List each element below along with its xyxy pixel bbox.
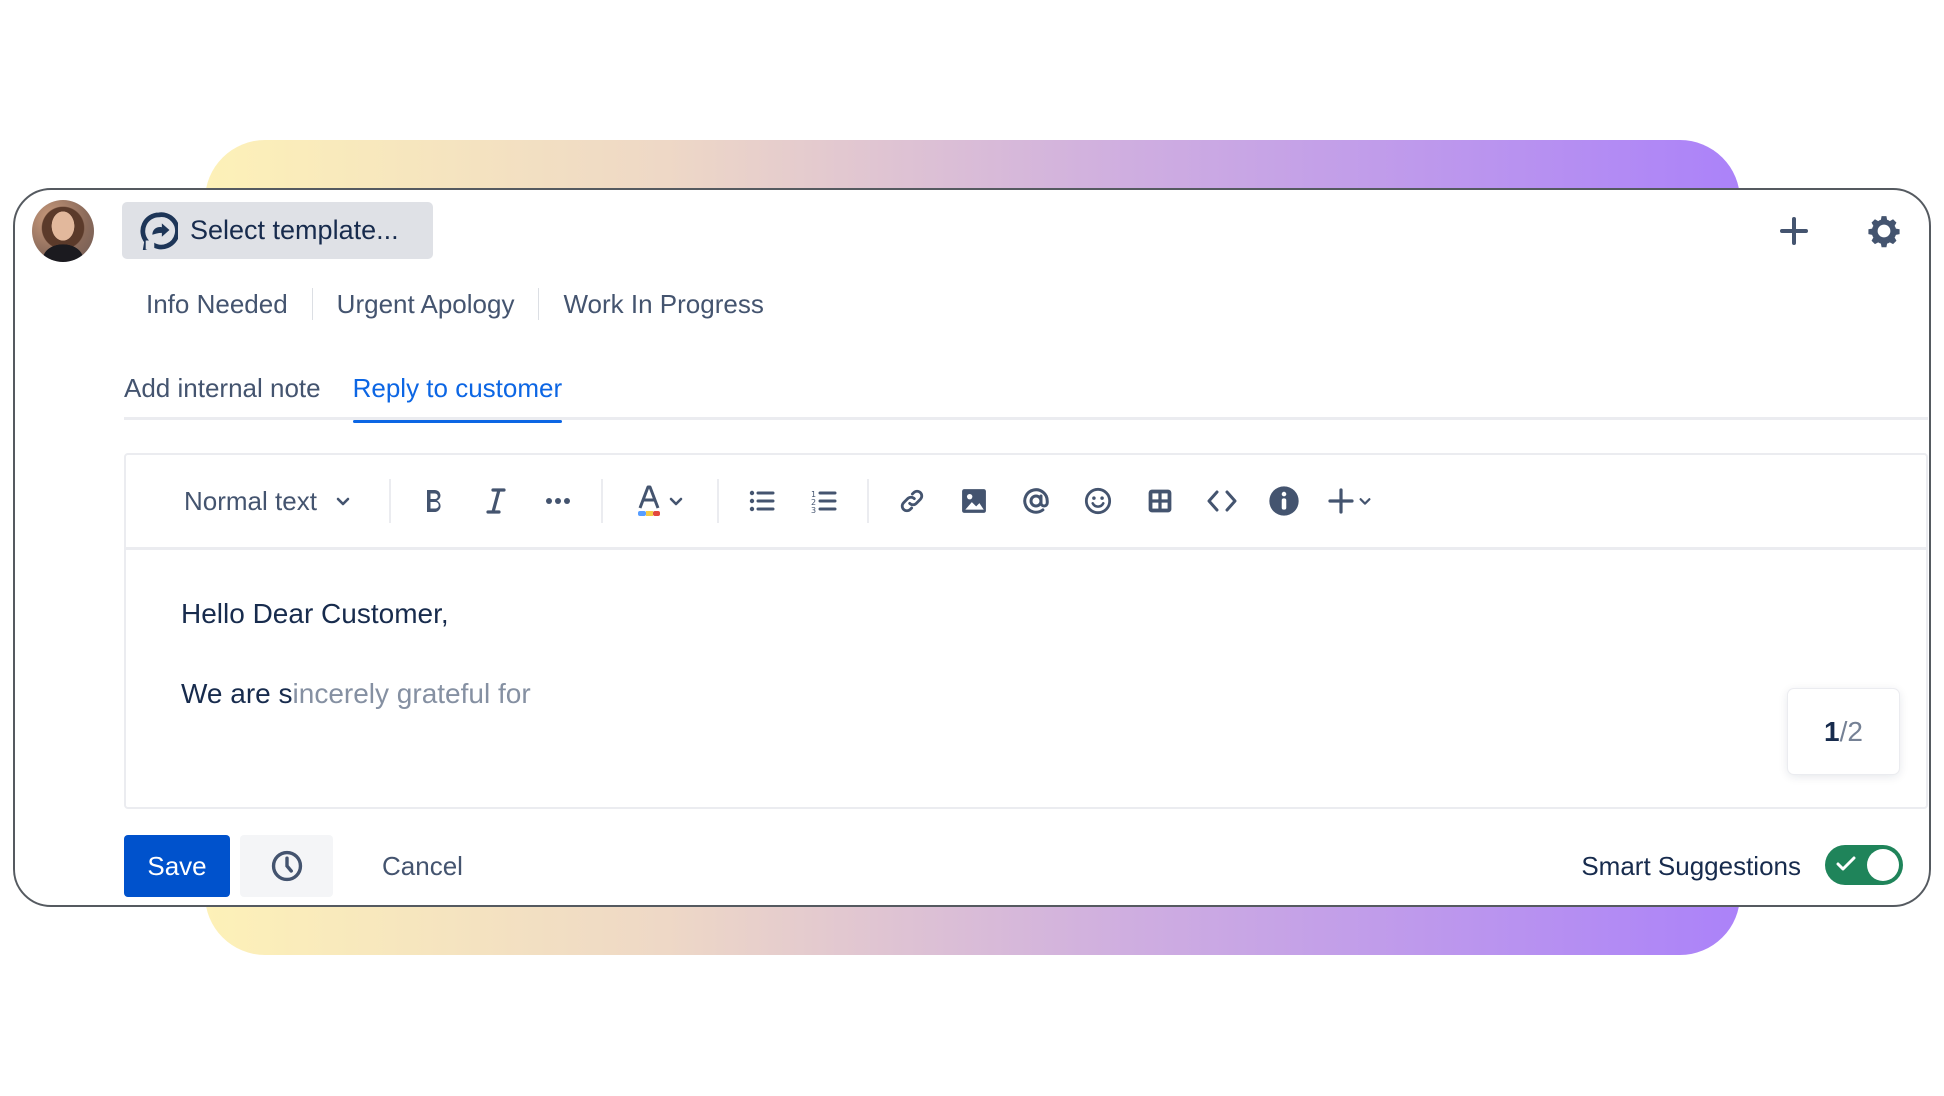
tab-add-internal-note[interactable]: Add internal note	[124, 366, 321, 420]
rich-text-editor: Normal text 1 2 3 Hello Dear Customer, W…	[124, 453, 1928, 809]
code-button[interactable]	[1191, 479, 1253, 523]
image-icon	[962, 489, 986, 513]
suggestion-counter[interactable]: 1/2	[1788, 689, 1899, 774]
quick-template-urgent-apology[interactable]: Urgent Apology	[313, 289, 539, 320]
check-icon	[1836, 856, 1856, 871]
italic-button[interactable]	[465, 479, 527, 523]
mention-button[interactable]	[1005, 479, 1067, 523]
editor-content[interactable]: Hello Dear Customer, We are sincerely gr…	[126, 550, 1926, 808]
text-style-dropdown[interactable]: Normal text	[184, 479, 377, 523]
table-button[interactable]	[1129, 479, 1191, 523]
editor-line: We are sincerely grateful for	[181, 678, 1926, 718]
chevron-down-icon	[1359, 498, 1371, 505]
save-button[interactable]: Save	[124, 835, 230, 897]
text-color-icon	[637, 485, 660, 516]
cancel-button[interactable]: Cancel	[382, 835, 463, 897]
toolbar-divider	[716, 479, 719, 523]
info-icon	[1269, 486, 1299, 516]
bold-icon	[426, 490, 441, 512]
plus-icon	[1780, 217, 1808, 245]
text-style-label: Normal text	[184, 485, 317, 516]
table-icon	[1148, 489, 1172, 513]
schedule-button[interactable]	[240, 835, 333, 897]
more-formatting-button[interactable]	[527, 479, 589, 523]
suggestion-separator: /	[1839, 715, 1848, 747]
editor-line: Hello Dear Customer,	[181, 598, 449, 629]
bold-button[interactable]	[403, 479, 465, 523]
image-button[interactable]	[943, 479, 1005, 523]
smart-suggestions-toggle[interactable]	[1825, 845, 1903, 885]
quick-template-info-needed[interactable]: Info Needed	[146, 289, 312, 320]
more-icon	[545, 498, 570, 504]
plus-icon	[1328, 488, 1354, 514]
reply-editor-card: Select template... Info Needed Urgent Ap…	[13, 188, 1931, 907]
italic-icon	[486, 488, 506, 514]
toggle-knob	[1867, 849, 1899, 881]
smart-suggestions-label: Smart Suggestions	[1581, 851, 1801, 881]
settings-button[interactable]	[1865, 212, 1903, 250]
suggestion-total: 2	[1847, 715, 1863, 747]
typed-text: We are s	[181, 678, 293, 709]
editor-toolbar: Normal text 1 2 3	[126, 455, 1926, 550]
select-template-button[interactable]: Select template...	[122, 202, 433, 259]
toolbar-divider	[388, 479, 391, 523]
gear-icon	[1868, 216, 1900, 248]
add-button[interactable]	[1775, 212, 1813, 250]
info-panel-button[interactable]	[1253, 479, 1315, 523]
quick-template-work-in-progress[interactable]: Work In Progress	[539, 289, 787, 320]
chevron-down-icon	[336, 497, 350, 506]
insert-menu-button[interactable]	[1315, 479, 1385, 523]
bullet-list-button[interactable]	[731, 479, 793, 523]
reply-tabs: Add internal note Reply to customer	[124, 366, 1928, 423]
text-color-button[interactable]	[615, 479, 705, 523]
tab-reply-to-customer[interactable]: Reply to customer	[352, 366, 562, 423]
avatar[interactable]	[32, 200, 94, 262]
bullet-list-icon	[749, 490, 775, 512]
link-icon	[900, 489, 924, 513]
toolbar-divider	[866, 479, 869, 523]
svg-text:3: 3	[811, 506, 816, 513]
template-logo-icon	[140, 211, 178, 250]
toolbar-divider	[600, 479, 603, 523]
select-template-label: Select template...	[190, 215, 399, 245]
link-button[interactable]	[881, 479, 943, 523]
numbered-list-icon: 123	[811, 490, 837, 513]
smart-suggestion-text[interactable]: incerely grateful for	[293, 678, 531, 709]
emoji-icon	[1084, 487, 1111, 515]
suggestion-current: 1	[1824, 715, 1840, 747]
numbered-list-button[interactable]: 123	[793, 479, 855, 523]
emoji-button[interactable]	[1067, 479, 1129, 523]
mention-icon	[1023, 488, 1049, 514]
quick-templates: Info Needed Urgent Apology Work In Progr…	[146, 286, 788, 322]
chevron-down-icon	[669, 497, 683, 506]
clock-icon	[271, 850, 302, 882]
code-icon	[1207, 490, 1237, 512]
